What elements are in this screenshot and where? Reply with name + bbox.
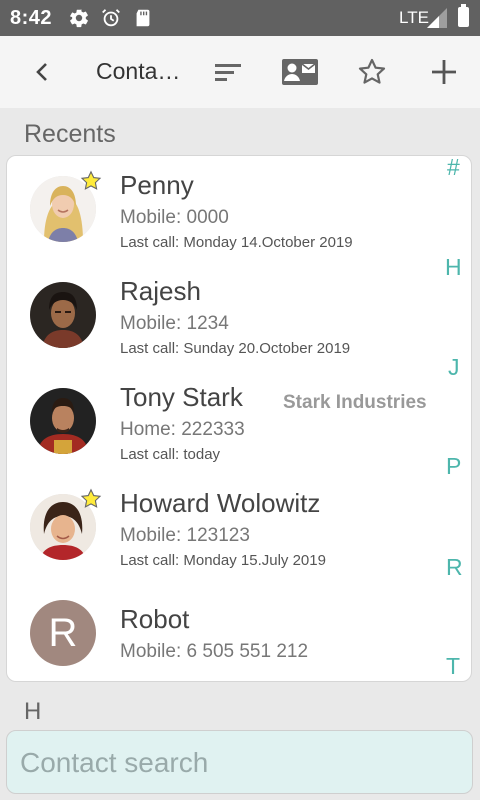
- contact-name: Robot: [120, 604, 190, 634]
- contact-name: Howard Wolowitz: [120, 488, 321, 518]
- contact-search-input[interactable]: [18, 739, 462, 787]
- favorites-button[interactable]: [352, 36, 392, 108]
- settings-gear-icon: [70, 9, 88, 28]
- contact-row-rajesh[interactable]: Rajesh Mobile: 1234 Last call: Sunday 20…: [7, 262, 447, 368]
- contact-card-button[interactable]: [278, 36, 322, 108]
- avatar-rajesh: [30, 282, 96, 348]
- contact-row-tony-stark[interactable]: Tony Stark Stark Industries Home: 222333…: [7, 368, 447, 474]
- battery-icon: [458, 4, 469, 27]
- search-box[interactable]: [6, 730, 473, 794]
- contact-name: Tony Stark: [120, 382, 243, 412]
- contact-row-robot[interactable]: R Robot Mobile: 6 505 551 212: [7, 580, 447, 681]
- contact-last-call: Last call: today: [120, 446, 221, 463]
- contact-name: Penny: [120, 170, 194, 200]
- page-title: Conta…: [96, 58, 181, 84]
- contact-row-howard-wolowitz[interactable]: Howard Wolowitz Mobile: 123123 Last call…: [7, 474, 447, 580]
- contact-phone: Mobile: 1234: [120, 313, 229, 334]
- contacts-card: Penny Mobile: 0000 Last call: Monday 14.…: [6, 155, 472, 682]
- group-header-h: H: [24, 698, 42, 725]
- index-letter-hash[interactable]: #: [447, 156, 460, 181]
- index-letter-h[interactable]: H: [445, 254, 462, 281]
- contact-card-icon: [282, 59, 318, 85]
- sort-icon: [215, 64, 241, 81]
- index-letter-p[interactable]: P: [446, 453, 461, 480]
- app-bar: Conta…: [0, 36, 480, 108]
- contact-last-call: Last call: Sunday 20.October 2019: [120, 340, 351, 357]
- status-time: 8:42: [10, 7, 53, 29]
- contact-last-call: Last call: Monday 15.July 2019: [120, 552, 326, 569]
- back-arrow-icon: [36, 63, 47, 81]
- index-letter-t[interactable]: T: [446, 653, 460, 680]
- contact-phone: Mobile: 123123: [120, 525, 250, 546]
- contact-phone: Home: 222333: [120, 419, 245, 440]
- contact-phone: Mobile: 6 505 551 212: [120, 641, 309, 662]
- star-outline-icon: [358, 58, 386, 84]
- index-letter-j[interactable]: J: [448, 354, 460, 381]
- add-contact-button[interactable]: [424, 36, 464, 108]
- sd-card-icon: [136, 9, 150, 27]
- back-button[interactable]: [22, 36, 62, 108]
- favorite-star-icon: [80, 488, 102, 508]
- avatar-letter-robot: R: [30, 600, 96, 666]
- signal-strength-icon: [427, 8, 447, 28]
- favorite-star-icon: [80, 170, 102, 190]
- contact-row-penny[interactable]: Penny Mobile: 0000 Last call: Monday 14.…: [7, 156, 447, 262]
- recents-header: Recents: [24, 120, 116, 148]
- contact-last-call: Last call: Monday 14.October 2019: [120, 234, 353, 251]
- avatar-tony-stark: [30, 388, 96, 454]
- contact-phone: Mobile: 0000: [120, 207, 229, 228]
- index-letter-r[interactable]: R: [446, 554, 463, 581]
- plus-icon: [432, 60, 456, 84]
- network-type-label: LTE: [399, 8, 429, 27]
- sort-button[interactable]: [208, 36, 248, 108]
- contact-company: Stark Industries: [283, 392, 427, 413]
- status-bar: 8:42 LTE: [0, 0, 480, 36]
- contact-name: Rajesh: [120, 276, 201, 306]
- alarm-clock-icon: [102, 9, 120, 27]
